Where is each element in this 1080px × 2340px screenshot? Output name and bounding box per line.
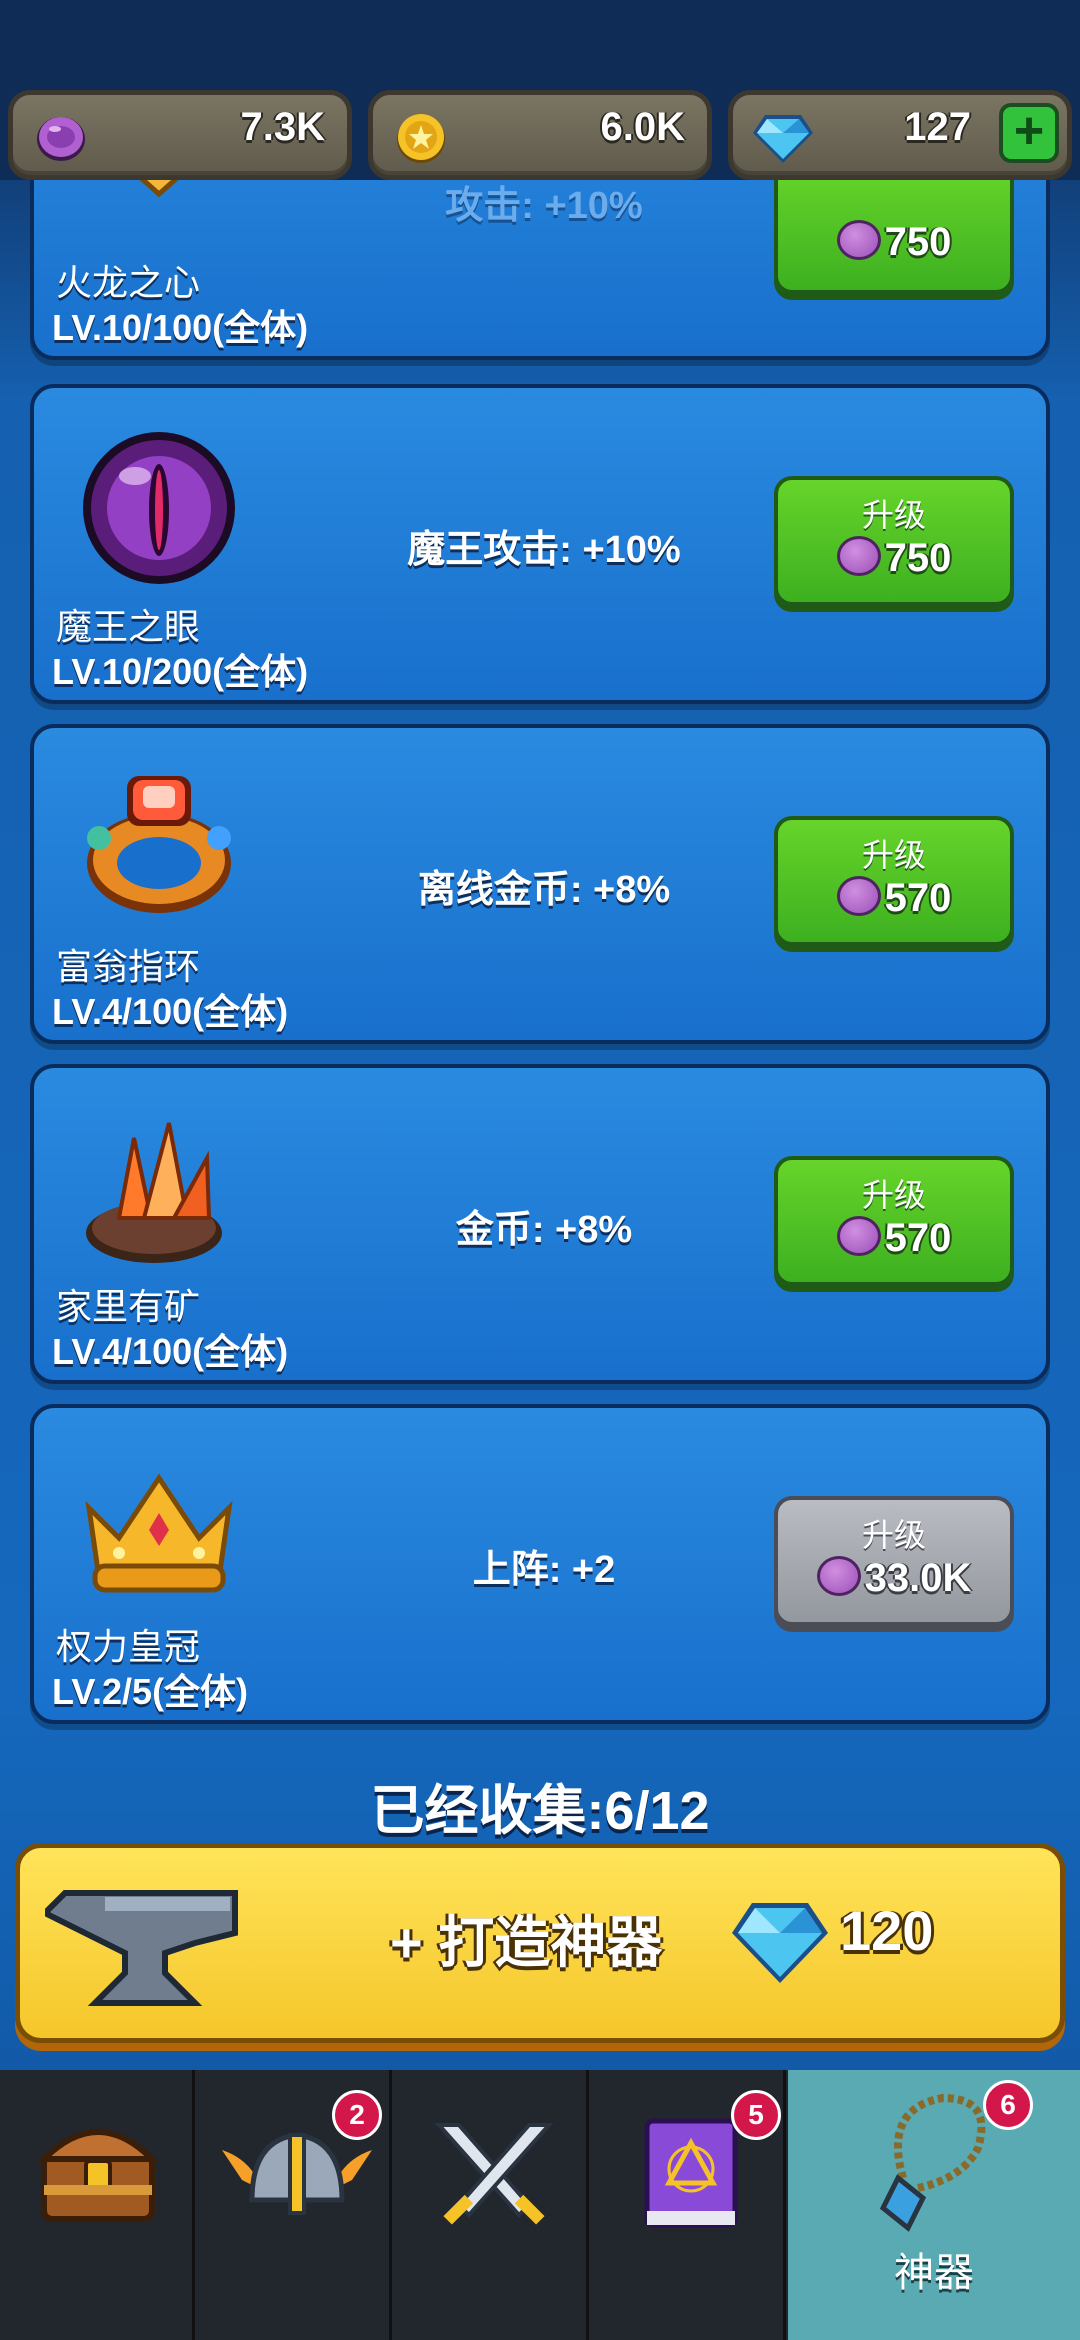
tab-artifacts[interactable]: 6 神器 <box>788 2070 1080 2340</box>
tab-heroes[interactable]: 2 <box>197 2070 392 2340</box>
upgrade-cost: 570 <box>884 1216 952 1260</box>
diamond-icon <box>751 107 815 172</box>
upgrade-label: 升级 <box>861 497 926 533</box>
upgrade-label: 升级 <box>861 837 926 873</box>
demon-eye-icon <box>79 428 239 593</box>
artifact-effect: 魔王攻击: +10% <box>407 529 681 571</box>
diamond-amount: 127 <box>904 105 971 149</box>
purple-gem-icon <box>836 1216 881 1257</box>
upgrade-button[interactable]: 升级 570 <box>774 1156 1014 1286</box>
artifact-card-demon-eye: 魔王攻击: +10% 升级 750 魔王之眼 LV.10/200(全体) <box>30 384 1050 704</box>
upgrade-label: 升级 <box>861 1517 926 1553</box>
artifact-level: LV.10/200(全体) <box>52 651 309 692</box>
forge-label: + 打造神器 <box>390 1911 663 1974</box>
gold-counter: 6.0K <box>368 90 712 180</box>
upgrade-button-disabled[interactable]: 升级 33.0K <box>774 1496 1014 1626</box>
bottom-nav: 2 5 6 神器 <box>0 2070 1080 2340</box>
gold-amount: 6.0K <box>600 105 686 149</box>
upgrade-button[interactable]: 升级 570 <box>774 816 1014 946</box>
ore-crystal-icon <box>79 1118 229 1273</box>
artifact-effect: 离线金币: +8% <box>417 869 671 911</box>
tab-label: 神器 <box>894 2251 974 2295</box>
artifact-effect: 攻击: +10% <box>445 185 643 227</box>
upgrade-cost: 570 <box>884 876 952 920</box>
crown-icon <box>79 1468 239 1603</box>
upgrade-button[interactable]: 升级 750 <box>774 476 1014 606</box>
forge-cost: 120 <box>840 1899 934 1962</box>
tab-treasure[interactable] <box>0 2070 195 2340</box>
notification-badge: 2 <box>332 2090 382 2140</box>
artifact-effect: 上阵: +2 <box>472 1549 616 1591</box>
upgrade-label: 升级 <box>861 1177 926 1213</box>
purple-gem-icon <box>836 536 881 577</box>
ring-icon <box>79 768 239 923</box>
purple-gem-amount: 7.3K <box>240 105 326 149</box>
purple-gem-counter: 7.3K <box>8 90 352 180</box>
crossed-swords-icon <box>429 2115 559 2240</box>
tab-battle[interactable] <box>394 2070 589 2340</box>
spellbook-icon <box>641 2115 741 2240</box>
artifact-effect: 金币: +8% <box>455 1209 633 1251</box>
resource-bar: 7.3K 6.0K 127 + <box>0 0 1080 180</box>
purple-gem-icon <box>836 220 881 261</box>
notification-badge: 5 <box>731 2090 781 2140</box>
notification-badge: 6 <box>983 2080 1033 2130</box>
dragon-heart-icon <box>104 180 214 239</box>
purple-gem-icon <box>836 876 881 917</box>
collection-progress: 已经收集:6/12 <box>370 1781 710 1841</box>
upgrade-button[interactable]: 750 <box>774 180 1014 294</box>
purple-gem-icon <box>31 107 91 172</box>
purple-gem-icon <box>816 1556 861 1597</box>
anvil-icon <box>39 1883 245 2018</box>
artifact-level: LV.2/5(全体) <box>52 1671 249 1712</box>
artifact-level: LV.10/100(全体) <box>52 307 309 348</box>
add-diamonds-button[interactable]: + <box>999 103 1059 163</box>
artifact-level: LV.4/100(全体) <box>52 991 289 1032</box>
artifact-card-home-mine: 金币: +8% 升级 570 家里有矿 LV.4/100(全体) <box>30 1064 1050 1384</box>
artifact-list[interactable]: 攻击: +10% 750 火龙之心 LV.10/100(全体) 魔王攻击: +1… <box>0 180 1080 1750</box>
gold-coin-icon <box>391 107 451 172</box>
diamond-icon <box>730 1893 830 1993</box>
artifact-level: LV.4/100(全体) <box>52 1331 289 1372</box>
forge-artifact-button[interactable]: + 打造神器 120 <box>15 1843 1065 2043</box>
artifact-card-dragon-heart: 攻击: +10% 750 火龙之心 LV.10/100(全体) <box>30 180 1050 360</box>
artifact-card-rich-ring: 离线金币: +8% 升级 570 富翁指环 LV.4/100(全体) <box>30 724 1050 1044</box>
amulet-icon <box>873 2088 993 2243</box>
upgrade-cost: 750 <box>884 220 952 264</box>
tab-spellbook[interactable]: 5 <box>591 2070 786 2340</box>
diamond-counter: 127 + <box>728 90 1072 180</box>
artifact-card-power-crown: 上阵: +2 升级 33.0K 权力皇冠 LV.2/5(全体) <box>30 1404 1050 1724</box>
treasure-chest-icon <box>36 2115 160 2230</box>
upgrade-cost: 750 <box>884 536 952 580</box>
upgrade-cost: 33.0K <box>864 1556 972 1600</box>
